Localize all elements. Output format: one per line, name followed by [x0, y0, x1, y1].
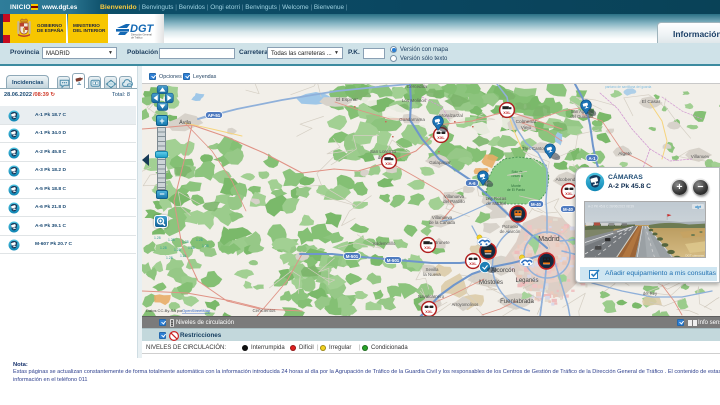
svg-text:M-40: M-40 [563, 207, 574, 212]
svg-text:Viejo: Viejo [521, 125, 532, 131]
svg-text:Los Molinos: Los Molinos [402, 98, 427, 103]
svg-text:XXL: XXL [469, 262, 477, 266]
svg-text:del Rey: del Rey [643, 291, 658, 296]
svg-text:1.28: 1.28 [160, 246, 167, 250]
svg-text:Arroyomolinos: Arroyomolinos [452, 302, 479, 307]
svg-text:1.28: 1.28 [202, 244, 209, 248]
svg-text:Ávila: Ávila [179, 119, 191, 126]
svg-text:de Madrid: de Madrid [486, 201, 506, 206]
svg-text:Madrid: Madrid [538, 236, 560, 243]
svg-text:Tres Cantos: Tres Cantos [522, 146, 547, 151]
svg-text:Galapagar: Galapagar [429, 160, 451, 165]
svg-text:Colmenar: Colmenar [516, 119, 537, 125]
svg-text:XXL: XXL [424, 246, 432, 250]
svg-text:XXL: XXL [437, 136, 445, 140]
svg-text:M-501: M-501 [346, 254, 359, 259]
svg-text:XXL: XXL [503, 111, 511, 115]
svg-text:Cenicientos: Cenicientos [253, 308, 277, 313]
svg-text:1.28: 1.28 [196, 238, 203, 242]
svg-text:1.28: 1.28 [166, 256, 173, 260]
svg-text:del Pardillo: del Pardillo [443, 199, 465, 204]
svg-text:A-6: A-6 [468, 181, 476, 186]
svg-text:de la Cañada: de la Cañada [429, 220, 456, 225]
svg-text:Guadarrama: Guadarrama [399, 117, 425, 122]
svg-text:M-501: M-501 [387, 258, 400, 263]
svg-text:OpenStreetMap: OpenStreetMap [182, 308, 211, 313]
svg-text:A-1: A-1 [588, 156, 596, 161]
svg-text:A-2 PK 45.8 C 28/06/2022 08:3: A-2 PK 45.8 C 28/06/2022 08:39 [588, 205, 634, 209]
svg-text:AP-51: AP-51 [208, 113, 221, 118]
svg-text:de Tráfico: de Tráfico [131, 35, 143, 39]
svg-text:XXL: XXL [425, 310, 433, 314]
svg-text:Leganés: Leganés [515, 278, 538, 284]
svg-text:San Lorenzo: San Lorenzo [370, 149, 396, 154]
svg-text:1.28: 1.28 [182, 240, 189, 244]
svg-text:1.28: 1.28 [154, 236, 161, 240]
svg-text:Valdemorillo: Valdemorillo [373, 241, 396, 246]
svg-text:XXL: XXL [565, 192, 573, 196]
svg-text:la Nueva: la Nueva [423, 272, 441, 277]
svg-text:pantano de santillana del guar: pantano de santillana del guarda [605, 85, 651, 89]
svg-text:de Alarcón: de Alarcón [500, 229, 521, 234]
svg-text:dgt: dgt [695, 205, 701, 209]
svg-text:Datos CC-By-SA por: Datos CC-By-SA por [146, 308, 183, 313]
svg-text:Navalcarnero: Navalcarnero [418, 294, 445, 299]
svg-text:XXL: XXL [385, 162, 393, 166]
svg-text:Móstoles: Móstoles [479, 280, 503, 286]
svg-text:Fuenlabrada: Fuenlabrada [500, 299, 534, 305]
svg-text:El Casar: El Casar [642, 99, 661, 105]
svg-text:Cercedilla: Cercedilla [407, 84, 428, 89]
svg-text:El Espinar: El Espinar [336, 97, 358, 103]
svg-text:DGT cámaras: DGT cámaras [685, 254, 704, 258]
svg-text:Moralzarzal: Moralzarzal [439, 113, 463, 118]
svg-text:Villanuev: Villanuev [691, 154, 710, 159]
svg-text:1.28: 1.28 [168, 238, 175, 242]
svg-text:Brunete: Brunete [434, 240, 450, 245]
svg-text:1.28: 1.28 [174, 248, 181, 252]
svg-text:1.28: 1.28 [188, 246, 195, 250]
svg-text:de El Pardo: de El Pardo [507, 188, 525, 192]
svg-text:M-40: M-40 [531, 202, 542, 207]
svg-text:Algete: Algete [618, 151, 632, 157]
